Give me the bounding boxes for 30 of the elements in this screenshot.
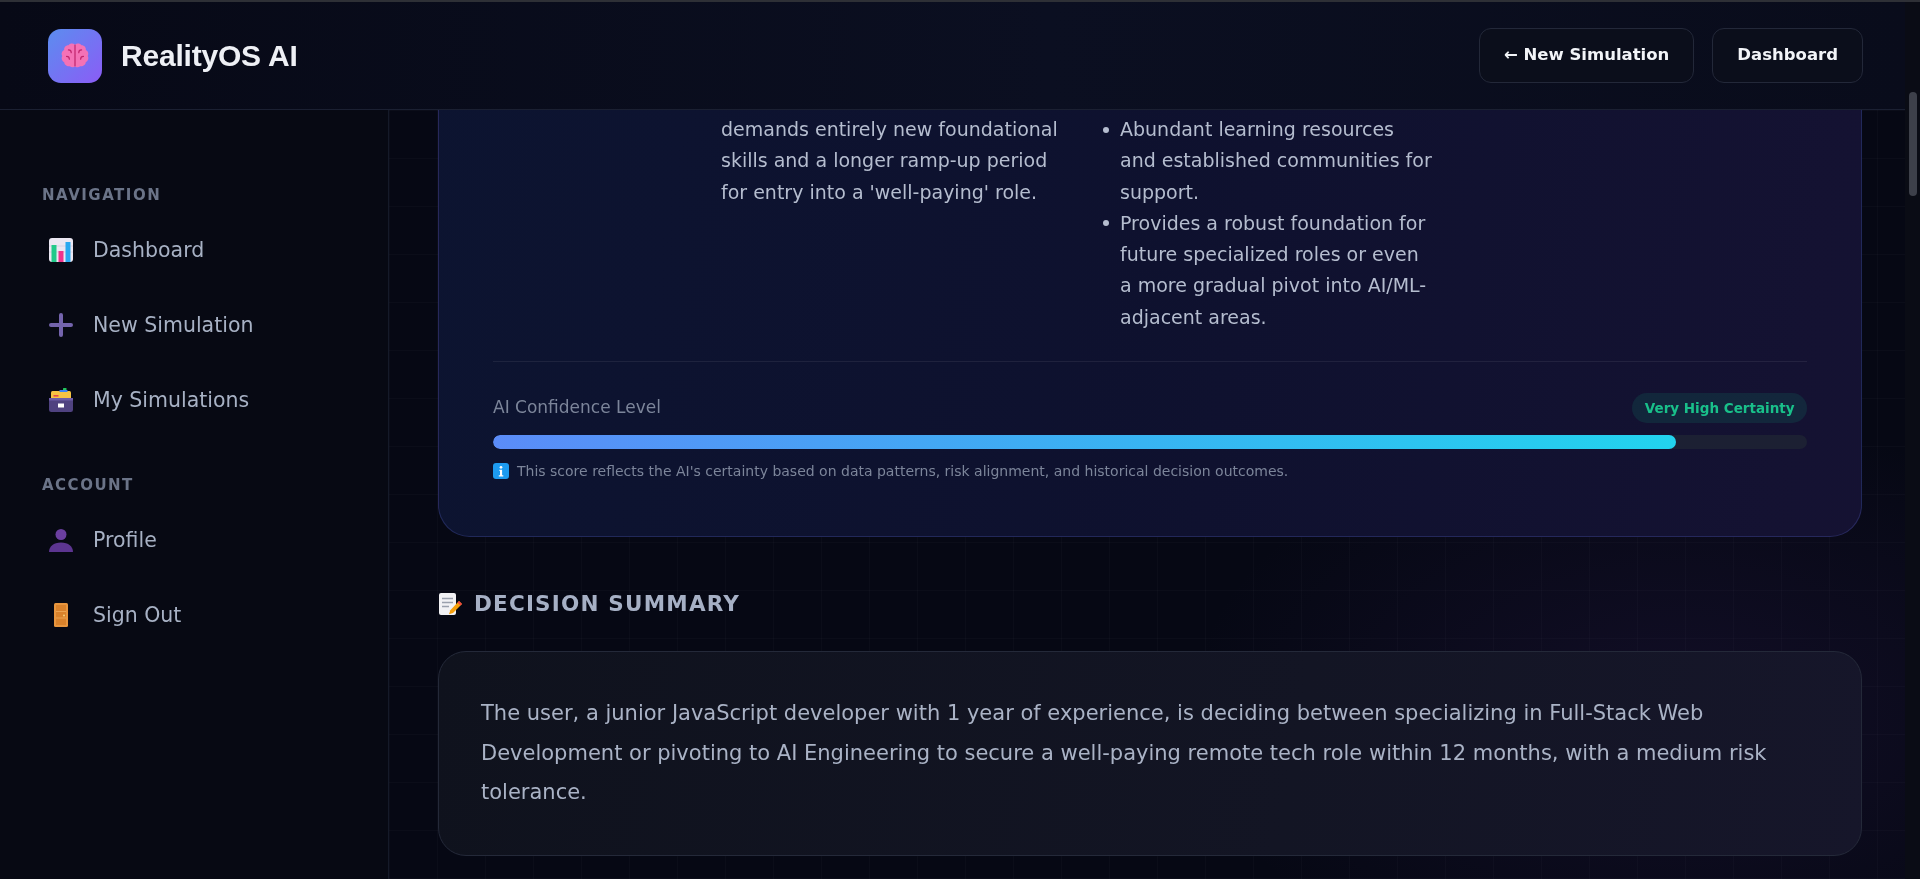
sidebar-link[interactable]: New Simulation [34,295,364,355]
bullet-text: Provides a robust foundation for future specialized roles or even a more gradual pivot into AI/ML-adjacent areas. [1120,210,1428,330]
person-silhouette-icon [49,528,73,552]
analysis-paragraph: demands entirely new foundational skills and a longer ramp-up period for entry into a 'well-paying' role. [721,117,1059,205]
confidence-label: AI Confidence Level [493,396,661,420]
sidebar-section-title: ACCOUNT [41,475,134,495]
brain-logo-icon [48,28,102,83]
new-simulation-button[interactable]: ← New Simulation [1478,28,1695,83]
bullet-text: Abundant learning resources and established communities for support. [1120,117,1433,205]
sidebar-link[interactable]: Sign Out [34,585,364,645]
section-heading: DECISION SUMMARY [474,590,741,619]
bullet-icon [1103,220,1109,227]
certainty-badge: Very High Certainty [1632,393,1807,424]
dashboard-button[interactable]: Dashboard [1712,28,1863,83]
bar-chart-icon [49,238,73,262]
sidebar-section-title: NAVIGATION [41,185,162,205]
info-icon [493,463,509,480]
summary-text: The user, a junior JavaScript developer with 1 year of experience, is deciding between specializing in Full-Stack Web Development or pivoting to AI Engineering to secure a well-paying remote tech role within 12 months, with a medium risk tolerance. [481,700,1768,807]
app-title: RealityOS AI [121,38,298,74]
bullet-icon [1103,126,1109,133]
sidebar-link[interactable]: My Simulations [34,370,364,430]
sidebar-link[interactable]: Profile [34,510,364,570]
plus-icon [49,313,73,337]
scrollbar-track[interactable] [1905,2,1920,879]
file-box-icon [49,388,73,412]
sidebar-link[interactable]: Dashboard [34,220,364,280]
memo-icon [438,592,462,617]
scrollbar-thumb[interactable] [1908,92,1917,196]
door-icon [54,603,68,627]
confidence-note: This score reflects the AI's certainty based on data patterns, risk alignment, and historical decision outcomes. [517,462,1289,482]
